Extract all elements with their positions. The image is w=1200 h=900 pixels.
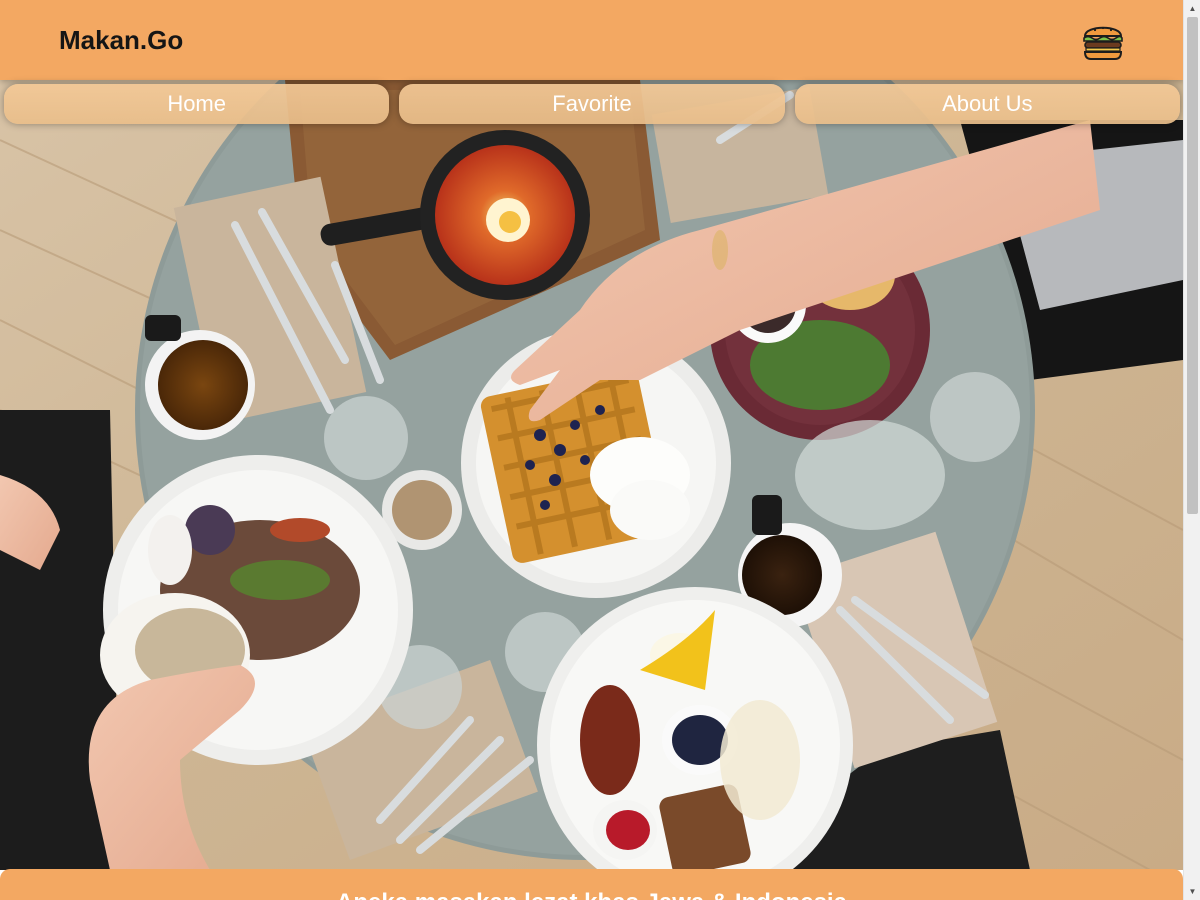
nav-favorite-button[interactable]: Favorite <box>399 84 785 124</box>
scrollbar-thumb[interactable] <box>1187 17 1198 514</box>
bottom-banner: Aneka masakan lezat khas Jawa & Indonesi… <box>0 869 1183 900</box>
hero-photo <box>0 80 1183 870</box>
scroll-down-arrow-icon[interactable]: ▼ <box>1184 883 1200 900</box>
nav-about-us-button[interactable]: About Us <box>794 84 1180 124</box>
vertical-scrollbar[interactable]: ▲ ▼ <box>1183 0 1200 900</box>
main-nav: Home Favorite About Us <box>4 84 1180 124</box>
top-header: Makan.Go <box>0 0 1183 80</box>
nav-home-button[interactable]: Home <box>4 84 390 124</box>
banner-heading: Aneka masakan lezat khas Jawa & Indonesi… <box>336 889 847 900</box>
brand-logo-text[interactable]: Makan.Go <box>59 25 183 56</box>
burger-icon[interactable] <box>1082 19 1124 61</box>
scroll-up-arrow-icon[interactable]: ▲ <box>1184 0 1200 17</box>
page: Makan.Go Home Favorite About Us <box>0 0 1183 900</box>
